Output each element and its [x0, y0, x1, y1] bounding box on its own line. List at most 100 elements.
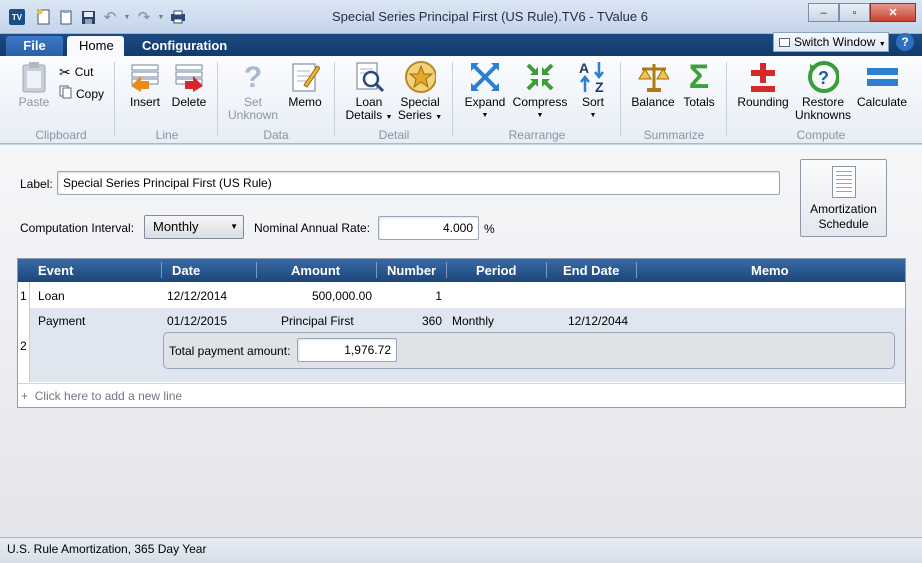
compress-arrows-icon — [524, 60, 556, 94]
header-number: Number — [387, 263, 437, 278]
tab-file[interactable]: File — [6, 36, 63, 56]
app-icon[interactable]: TV — [9, 9, 25, 25]
close-button[interactable]: ✕ — [870, 3, 916, 22]
title-bar: TV ↶ ▼ ↷ ▼ Special Series Principal Firs… — [0, 0, 922, 34]
amortization-label: Amortization — [810, 202, 877, 216]
header-end-date: End Date — [563, 263, 620, 278]
open-icon[interactable] — [57, 8, 75, 26]
sort-az-icon: AZ — [577, 60, 609, 94]
group-label-data: Data — [263, 128, 289, 142]
memo-button[interactable]: Memo — [284, 60, 326, 109]
calculate-button[interactable]: Calculate — [856, 60, 908, 109]
tab-configuration[interactable]: Configuration — [130, 36, 227, 56]
delete-line-icon — [173, 60, 205, 94]
cell-number[interactable]: 360 — [388, 314, 442, 328]
column-separator — [446, 262, 447, 278]
compress-button[interactable]: Compress ▼ — [512, 60, 568, 122]
undo-icon[interactable]: ↶ — [101, 8, 119, 26]
window-controls: – ▫ ✕ — [808, 3, 916, 22]
switch-window-label: Switch Window — [794, 35, 876, 49]
cash-flow-grid: Event Date Amount Number Period End Date… — [17, 258, 906, 408]
delete-button[interactable]: Delete — [168, 60, 210, 109]
scales-icon — [637, 60, 669, 94]
table-row[interactable]: 1 Loan 12/12/2014 500,000.00 1 — [18, 282, 905, 308]
chevron-down-icon: ▼ — [589, 112, 597, 119]
insert-label: Insert — [129, 95, 160, 109]
equals-icon — [866, 60, 898, 94]
star-medal-icon — [404, 60, 436, 94]
grid-header: Event Date Amount Number Period End Date… — [18, 259, 905, 282]
cell-amount[interactable]: 500,000.00 — [258, 289, 372, 303]
undo-dropdown-icon[interactable]: ▼ — [123, 8, 131, 26]
ribbon-separator — [452, 62, 453, 136]
svg-text:Z: Z — [595, 79, 604, 94]
svg-text:A: A — [579, 60, 589, 76]
total-payment-label: Total payment amount: — [169, 344, 291, 358]
cut-label: Cut — [74, 65, 94, 79]
compress-label: Compress — [512, 95, 568, 109]
insert-button[interactable]: Insert — [124, 60, 166, 109]
main-area: Label: Special Series Principal First (U… — [0, 145, 922, 537]
cell-event[interactable]: Payment — [38, 314, 85, 328]
label-caption: Label: — [20, 177, 53, 191]
cell-date[interactable]: 01/12/2015 — [167, 314, 227, 328]
interval-select[interactable]: Monthly — [144, 215, 244, 239]
set-unknown-button[interactable]: ? Set Unknown — [226, 60, 280, 122]
copy-icon — [59, 85, 72, 103]
cell-period[interactable]: Monthly — [452, 314, 494, 328]
ribbon-separator — [334, 62, 335, 136]
add-line-label: Click here to add a new line — [34, 389, 183, 403]
balance-button[interactable]: Balance — [630, 60, 676, 109]
minimize-button[interactable]: – — [808, 3, 839, 22]
cell-amount[interactable]: Principal First — [281, 314, 354, 328]
group-label-line: Line — [155, 128, 179, 142]
maximize-button[interactable]: ▫ — [839, 3, 870, 22]
plus-icon: + — [21, 389, 29, 403]
redo-icon[interactable]: ↷ — [135, 8, 153, 26]
switch-window-button[interactable]: Switch Window ▼ — [773, 32, 889, 52]
add-new-line[interactable]: + Click here to add a new line — [18, 383, 905, 407]
group-label-summarize: Summarize — [643, 128, 705, 142]
total-payment-input[interactable]: 1,976.72 — [297, 338, 397, 362]
label-input[interactable]: Special Series Principal First (US Rule) — [57, 171, 780, 195]
set-unknown-label-2: Unknown — [227, 108, 279, 122]
rate-input[interactable]: 4.000 — [378, 216, 479, 240]
cell-end-date[interactable]: 12/12/2044 — [568, 314, 628, 328]
plus-minus-icon — [747, 60, 779, 94]
group-label-rearrange: Rearrange — [508, 128, 566, 142]
paste-button[interactable]: Paste — [16, 60, 52, 109]
redo-dropdown-icon[interactable]: ▼ — [157, 8, 165, 26]
copy-label: Copy — [76, 87, 105, 101]
chevron-down-icon: ▼ — [435, 114, 443, 121]
print-icon[interactable] — [169, 8, 187, 26]
column-separator — [161, 262, 162, 278]
save-icon[interactable] — [79, 8, 97, 26]
insert-line-icon — [129, 60, 161, 94]
amortization-schedule-button[interactable]: Amortization Schedule — [800, 159, 887, 237]
ribbon-separator — [114, 62, 115, 136]
copy-button[interactable]: Copy — [59, 85, 104, 103]
cell-date[interactable]: 12/12/2014 — [167, 289, 227, 303]
column-separator — [256, 262, 257, 278]
cell-number[interactable]: 1 — [388, 289, 442, 303]
expand-button[interactable]: Expand ▼ — [462, 60, 508, 122]
special-series-button[interactable]: Special Series ▼ — [396, 60, 444, 124]
help-button[interactable]: ? — [896, 33, 914, 51]
svg-text:?: ? — [818, 68, 829, 88]
expand-arrows-icon — [469, 60, 501, 94]
tab-home[interactable]: Home — [67, 36, 124, 56]
chevron-down-icon: ▼ — [481, 112, 489, 119]
cut-button[interactable]: ✂ Cut — [59, 64, 93, 80]
expand-label: Expand — [464, 95, 506, 109]
interval-caption: Computation Interval: — [20, 221, 135, 235]
sort-button[interactable]: AZ Sort ▼ — [574, 60, 612, 122]
totals-button[interactable]: Σ Totals — [680, 60, 718, 109]
new-icon[interactable] — [35, 8, 53, 26]
rounding-button[interactable]: Rounding — [734, 60, 792, 109]
cell-event[interactable]: Loan — [38, 289, 65, 303]
header-period: Period — [476, 263, 517, 278]
loan-details-button[interactable]: Loan Details ▼ — [344, 60, 394, 124]
restore-unknowns-button[interactable]: ? Restore Unknowns — [794, 60, 852, 122]
delete-label: Delete — [171, 95, 207, 109]
window-icon — [779, 38, 790, 47]
